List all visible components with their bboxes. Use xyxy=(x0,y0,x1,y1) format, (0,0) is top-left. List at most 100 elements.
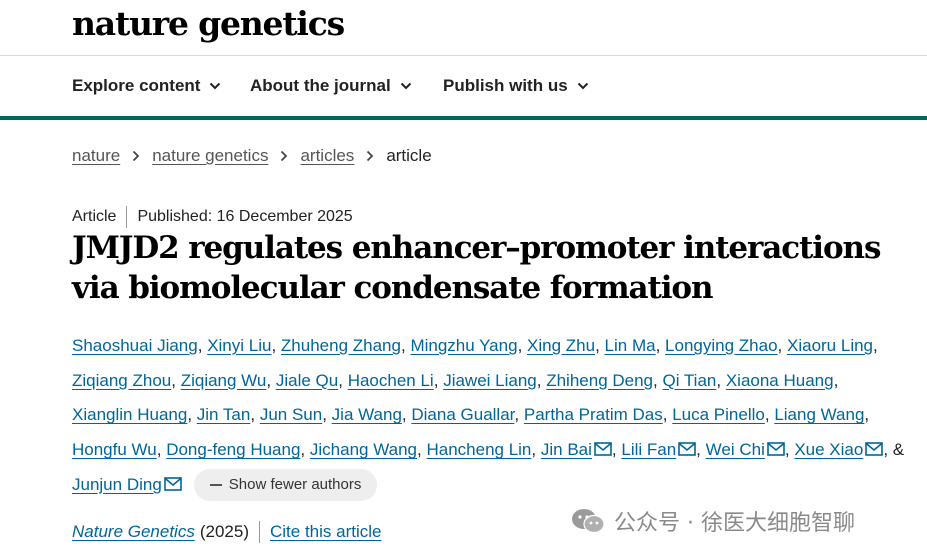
author-link[interactable]: Xue Xiao xyxy=(794,440,863,459)
published-date: Published: 16 December 2025 xyxy=(137,208,353,225)
author-item: Xianglin Huang, xyxy=(72,405,193,425)
article-type: Article xyxy=(72,208,117,225)
breadcrumb-link-articles[interactable]: articles xyxy=(300,146,354,166)
breadcrumb-link-nature[interactable]: nature xyxy=(72,146,120,166)
author-link[interactable]: Jiawei Liang xyxy=(443,371,537,390)
author-link[interactable]: Jin Tan xyxy=(197,405,251,424)
author-item: Jin Bai, xyxy=(540,440,617,460)
author-link[interactable]: Xing Zhu xyxy=(527,336,595,355)
author-item: Lili Fan, xyxy=(621,440,701,460)
email-icon[interactable] xyxy=(594,442,612,456)
author-link[interactable]: Partha Pratim Das xyxy=(524,405,663,424)
nav-about-journal[interactable]: About the journal xyxy=(250,76,412,96)
watermark-text: 公众号 · 徐医大细胞智聊 xyxy=(614,511,855,536)
chevron-right-icon xyxy=(133,150,140,162)
author-conjunction: & xyxy=(892,440,905,460)
email-icon[interactable] xyxy=(163,477,182,491)
author-item: Diana Guallar, xyxy=(411,405,520,425)
author-item: Jiawei Liang, xyxy=(443,370,542,390)
author-link[interactable]: Jia Wang xyxy=(332,405,402,424)
nav-item-label: Publish with us xyxy=(443,76,568,95)
author-item: Jiale Qu, xyxy=(275,370,343,390)
cite-this-article-link[interactable]: Cite this article xyxy=(270,522,381,542)
email-icon[interactable] xyxy=(865,442,884,456)
main-nav: Explore content About the journal Publis… xyxy=(0,56,927,116)
author-link[interactable]: Mingzhu Yang xyxy=(410,336,517,355)
author-item: Shaoshuai Jiang, xyxy=(72,336,203,355)
site-logo[interactable]: nature genetics xyxy=(72,4,345,43)
chevron-down-icon xyxy=(210,82,221,90)
author-link[interactable]: Shaoshuai Jiang xyxy=(72,336,198,355)
author-link[interactable]: Hongfu Wu xyxy=(72,440,157,459)
author-item: Jin Tan, xyxy=(196,405,256,425)
author-item: Longying Zhao, xyxy=(665,336,783,355)
author-item: Hongfu Wu, xyxy=(72,440,162,460)
chevron-down-icon xyxy=(577,82,588,90)
show-fewer-authors-button[interactable]: Show fewer authors xyxy=(193,469,378,502)
author-item: Xinyi Liu, xyxy=(207,336,277,355)
minus-icon xyxy=(209,484,222,487)
author-link[interactable]: Diana Guallar xyxy=(411,405,514,424)
author-link[interactable]: Xianglin Huang xyxy=(72,405,187,424)
author-item: Junjun Ding xyxy=(72,475,182,494)
author-item: Wei Chi, xyxy=(705,440,790,460)
author-link[interactable]: Luca Pinello xyxy=(672,405,765,424)
citation-line: Nature Genetics (2025) Cite this article xyxy=(72,521,381,543)
author-item: Zhiheng Deng, xyxy=(546,370,658,390)
author-item: Lin Ma, xyxy=(604,336,661,355)
nav-explore-content[interactable]: Explore content xyxy=(72,76,221,96)
author-link[interactable]: Junjun Ding xyxy=(72,475,162,494)
author-item: Xiaona Huang, xyxy=(725,370,839,390)
breadcrumb-link-nature-genetics[interactable]: nature genetics xyxy=(152,146,268,166)
meta-divider xyxy=(126,206,128,228)
author-item: Jia Wang, xyxy=(331,405,407,425)
breadcrumb-current: article xyxy=(386,146,432,165)
author-item: Liang Wang, xyxy=(774,405,870,425)
author-item: Hancheng Lin, xyxy=(426,440,537,460)
author-item: Qi Tian, xyxy=(662,370,722,390)
nav-item-label: Explore content xyxy=(72,76,201,95)
nav-item-label: About the journal xyxy=(250,76,391,95)
author-link[interactable]: Dong-feng Huang xyxy=(166,440,300,459)
author-link[interactable]: Ziqiang Wu xyxy=(181,371,267,390)
author-link[interactable]: Xiaona Huang xyxy=(726,371,834,390)
author-item: Ziqiang Zhou, xyxy=(72,370,176,390)
author-item: Luca Pinello, xyxy=(672,405,770,425)
author-link[interactable]: Zhiheng Deng xyxy=(546,371,653,390)
author-list: Shaoshuai Jiang, Xinyi Liu, Zhuheng Zhan… xyxy=(72,329,912,503)
author-link[interactable]: Lin Ma xyxy=(605,336,656,355)
email-icon[interactable] xyxy=(678,442,696,456)
author-item: Partha Pratim Das, xyxy=(523,405,668,425)
nav-publish-with-us[interactable]: Publish with us xyxy=(443,76,589,96)
author-item: Zhuheng Zhang, xyxy=(280,336,406,355)
author-link[interactable]: Liang Wang xyxy=(774,405,864,424)
article-meta: Article Published: 16 December 2025 xyxy=(72,206,353,228)
show-fewer-label: Show fewer authors xyxy=(228,475,362,493)
author-link[interactable]: Ziqiang Zhou xyxy=(72,371,171,390)
author-link[interactable]: Jiale Qu xyxy=(276,371,338,390)
author-item: Mingzhu Yang, xyxy=(410,336,523,355)
author-link[interactable]: Wei Chi xyxy=(706,440,765,459)
email-icon[interactable] xyxy=(767,442,785,456)
author-item: Xing Zhu, xyxy=(527,336,600,355)
author-link[interactable]: Lili Fan xyxy=(621,440,676,459)
breadcrumb: nature nature genetics articles article xyxy=(72,146,432,166)
article-title: JMJD2 regulates enhancer–promoter intera… xyxy=(72,230,881,306)
author-item: Xiaoru Ling, xyxy=(787,336,878,355)
author-link[interactable]: Xiaoru Ling xyxy=(787,336,873,355)
author-link[interactable]: Longying Zhao xyxy=(665,336,777,355)
citation-year: (2025) xyxy=(199,522,249,541)
author-item: Dong-feng Huang, xyxy=(166,440,306,460)
author-link[interactable]: Jin Bai xyxy=(541,440,592,459)
author-link[interactable]: Jun Sun xyxy=(260,405,322,424)
wechat-icon xyxy=(572,509,605,534)
author-link[interactable]: Haochen Li xyxy=(348,371,434,390)
author-link[interactable]: Hancheng Lin xyxy=(426,440,531,459)
author-link[interactable]: Zhuheng Zhang xyxy=(281,336,401,355)
journal-link[interactable]: Nature Genetics xyxy=(72,522,195,542)
watermark: 公众号 · 徐医大细胞智聊 xyxy=(570,505,855,537)
author-item: Haochen Li, xyxy=(347,370,439,390)
author-link[interactable]: Xinyi Liu xyxy=(207,336,271,355)
author-link[interactable]: Qi Tian xyxy=(663,371,717,390)
author-link[interactable]: Jichang Wang xyxy=(310,440,417,459)
